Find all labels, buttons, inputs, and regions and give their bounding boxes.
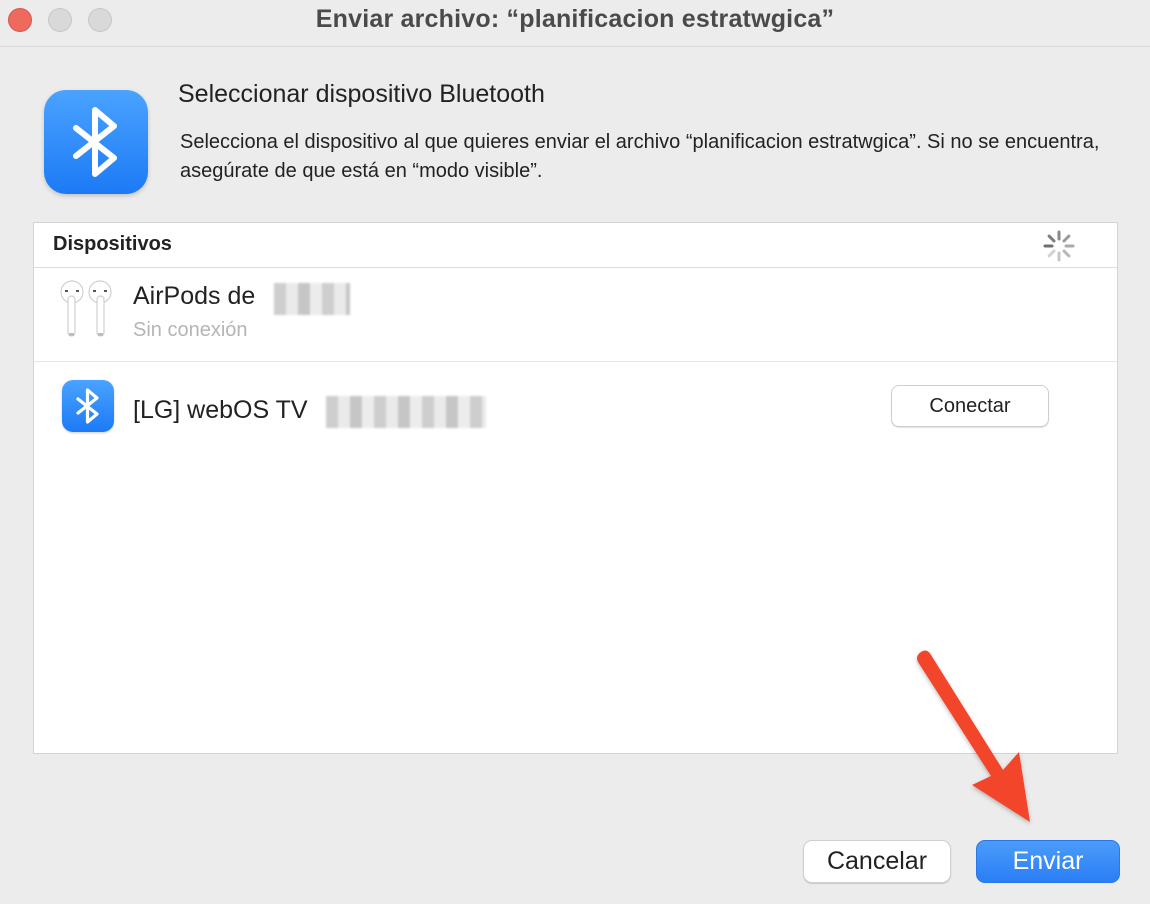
- title-bar: Enviar archivo: “planificacion estratwgi…: [0, 0, 1150, 47]
- send-file-window: Enviar archivo: “planificacion estratwgi…: [0, 0, 1150, 904]
- connect-button[interactable]: Conectar: [891, 385, 1049, 427]
- cancel-button[interactable]: Cancelar: [803, 840, 951, 883]
- dialog-description: Selecciona el dispositivo al que quieres…: [180, 131, 1100, 182]
- airpods-icon: [60, 280, 112, 337]
- device-name: AirPods de: [133, 282, 256, 310]
- send-button[interactable]: Enviar: [976, 840, 1120, 883]
- row-divider: [34, 361, 1117, 362]
- redacted-device-id: [326, 396, 486, 428]
- device-name: [LG] webOS TV: [133, 396, 308, 424]
- device-list-header: Dispositivos: [34, 223, 1117, 268]
- device-list-title: Dispositivos: [53, 233, 172, 255]
- bluetooth-icon: [44, 90, 148, 194]
- device-status: Sin conexión: [133, 319, 248, 341]
- redacted-owner-name: [274, 283, 350, 315]
- bluetooth-icon: [62, 380, 114, 432]
- window-title: Enviar archivo: “planificacion estratwgi…: [315, 5, 835, 33]
- spinner-icon: [1043, 230, 1075, 262]
- device-list: Dispositivos AirPods de Sin conexión [LG…: [33, 222, 1118, 754]
- dialog-heading: Seleccionar dispositivo Bluetooth: [178, 80, 545, 108]
